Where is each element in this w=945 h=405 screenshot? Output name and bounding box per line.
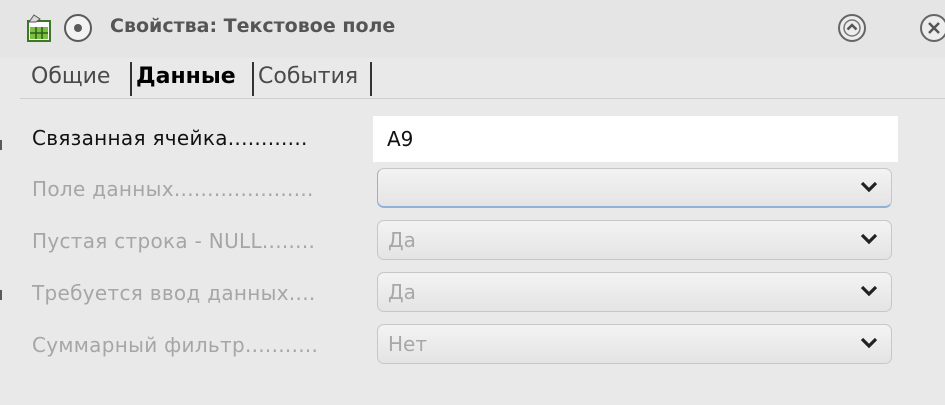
total-filter-select[interactable]: Нет	[377, 324, 892, 364]
tab-events[interactable]: События	[258, 64, 358, 89]
linked-cell-value: A9	[387, 127, 414, 151]
empty-null-label: Пустая строка - NULL........	[32, 229, 316, 253]
chevron-down-icon	[860, 285, 878, 297]
tab-general[interactable]: Общие	[31, 64, 110, 89]
empty-null-select[interactable]: Да	[377, 220, 892, 260]
input-required-select[interactable]: Да	[377, 272, 892, 312]
data-field-label: Поле данных.....................	[32, 177, 314, 201]
chevron-down-icon	[860, 233, 878, 245]
window-title: Свойства: Текстовое поле	[110, 15, 396, 37]
close-icon[interactable]	[920, 14, 945, 42]
linked-cell-label: Связанная ячейка............	[32, 126, 308, 150]
data-field-select[interactable]	[377, 168, 892, 208]
tab-data[interactable]: Данные	[136, 64, 236, 89]
title-bar: Свойства: Текстовое поле	[0, 0, 945, 58]
linked-cell-field[interactable]: A9	[373, 116, 898, 162]
chevron-down-icon	[860, 337, 878, 349]
input-required-label: Требуется ввод данных....	[32, 281, 316, 305]
tab-divider	[20, 98, 945, 99]
chevron-down-icon	[860, 181, 878, 193]
empty-null-value: Да	[388, 228, 416, 252]
spreadsheet-app-icon[interactable]	[26, 13, 54, 43]
data-properties-panel: Связанная ячейка............ A9 Поле дан…	[20, 100, 945, 405]
input-required-value: Да	[388, 280, 416, 304]
total-filter-label: Суммарный фильтр...........	[32, 333, 319, 357]
window-menu-icon[interactable]	[64, 14, 92, 42]
left-edge-marker	[0, 140, 2, 150]
tab-separator	[130, 62, 132, 96]
tab-separator	[370, 62, 372, 96]
total-filter-value: Нет	[388, 332, 427, 356]
tab-separator	[252, 62, 254, 96]
roll-up-icon[interactable]	[838, 14, 866, 42]
left-edge-marker	[0, 290, 2, 300]
